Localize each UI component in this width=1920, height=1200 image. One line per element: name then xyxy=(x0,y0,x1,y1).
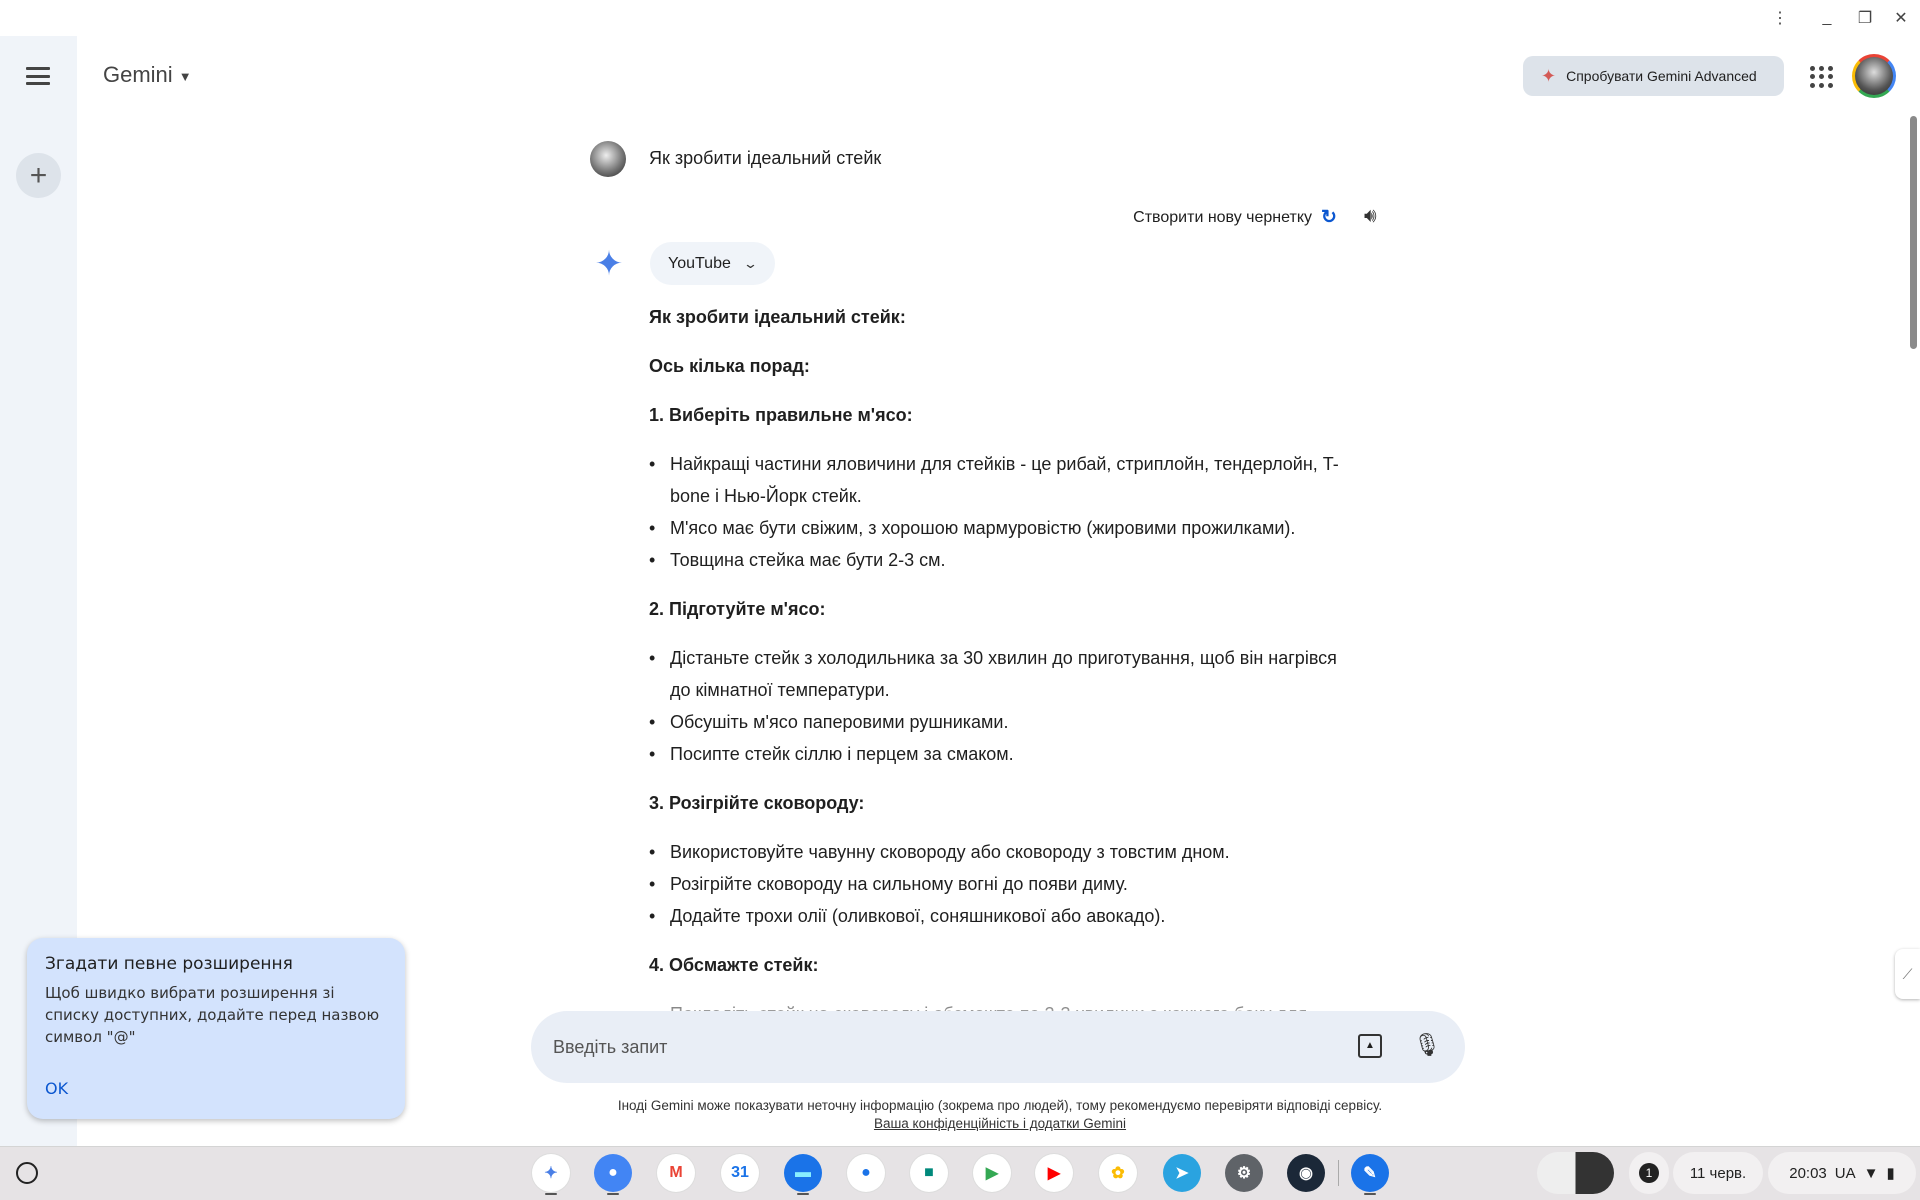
shelf-app-files-icon[interactable]: ▬ xyxy=(784,1154,822,1192)
date-label: 11 черв. xyxy=(1689,1164,1747,1182)
side-panel-handle[interactable]: ⟋ xyxy=(1895,949,1920,999)
chevron-down-icon: ⌄ xyxy=(742,255,758,271)
list-item: Посипте стейк сіллю і перцем за смаком. xyxy=(649,738,1349,770)
close-icon[interactable]: ✕ xyxy=(1889,6,1913,30)
more-vert-icon[interactable]: ⋮ xyxy=(1768,6,1792,30)
profile-avatar[interactable] xyxy=(1852,54,1896,98)
shelf-app-gemini-icon[interactable]: ✦ xyxy=(532,1154,570,1192)
notification-count: 1 xyxy=(1639,1163,1659,1183)
window-title-bar xyxy=(0,0,1920,36)
shelf-app-calendar-icon[interactable]: 31 xyxy=(721,1154,759,1192)
shelf-app-messages-icon[interactable]: ● xyxy=(847,1154,885,1192)
list-item: Обсушіть м'ясо паперовими рушниками. xyxy=(649,706,1349,738)
running-indicator xyxy=(545,1193,557,1195)
response-title: Як зробити ідеальний стейк: xyxy=(649,307,906,327)
bullet-list: Дістаньте стейк з холодильника за 30 хви… xyxy=(649,642,1349,770)
refresh-icon[interactable]: ↻ xyxy=(1321,206,1337,229)
scrollbar[interactable] xyxy=(1910,116,1917,349)
response-content: Як зробити ідеальний стейк: Ось кілька п… xyxy=(649,301,1349,1021)
new-draft-button[interactable]: Створити нову чернетку xyxy=(1100,209,1312,227)
keyboard-layout: UA xyxy=(1834,1164,1856,1182)
brand-label: Gemini xyxy=(103,62,173,87)
privacy-link[interactable]: Ваша конфіденційність і додатки Gemini xyxy=(874,1116,1126,1131)
bullet-list: Використовуйте чавунну сковороду або ско… xyxy=(649,836,1349,932)
list-item: Найкращі частини яловичини для стейків -… xyxy=(649,448,1349,512)
disclaimer: Іноді Gemini може показувати неточну інф… xyxy=(500,1097,1500,1133)
menu-icon[interactable] xyxy=(24,64,52,88)
time-label: 20:03 xyxy=(1789,1164,1827,1182)
restore-icon[interactable]: ❐ xyxy=(1853,6,1877,30)
microphone-icon[interactable]: 🎙︎ xyxy=(1413,1032,1441,1058)
running-indicator xyxy=(1364,1193,1376,1195)
shelf-app-meet-icon[interactable]: ■ xyxy=(910,1154,948,1192)
model-selector[interactable]: Gemini ▼ xyxy=(103,62,192,88)
speaker-icon[interactable]: 🔊︎ xyxy=(1364,205,1377,228)
source-chip-label: YouTube xyxy=(668,254,731,272)
section-heading: 2. Підготуйте м'ясо: xyxy=(649,599,826,619)
prompt-box xyxy=(531,1011,1465,1083)
try-advanced-button[interactable]: ✦ Спробувати Gemini Advanced xyxy=(1523,56,1784,96)
new-chat-button[interactable]: + xyxy=(16,153,61,198)
notification-pod[interactable]: 1 xyxy=(1629,1152,1669,1194)
shelf-app-settings-icon[interactable]: ⚙ xyxy=(1225,1154,1263,1192)
user-query: Як зробити ідеальний стейк xyxy=(649,148,882,168)
user-avatar xyxy=(590,141,626,177)
shelf-app-pinned-app-icon[interactable]: ✎ xyxy=(1351,1154,1389,1192)
wifi-icon: ▼ xyxy=(1863,1164,1879,1182)
sparkle-icon: ✦ xyxy=(1541,65,1557,86)
prompt-input[interactable] xyxy=(553,1036,1313,1058)
source-chip[interactable]: YouTube ⌄ xyxy=(650,242,775,285)
list-item: Товщина стейка має бути 2-3 см. xyxy=(649,544,1349,576)
response-intro: Ось кілька порад: xyxy=(649,356,810,376)
shelf-separator xyxy=(1338,1160,1339,1186)
section-heading: 4. Обсмажте стейк: xyxy=(649,955,819,975)
section-heading: 1. Виберіть правильне м'ясо: xyxy=(649,405,913,425)
shelf-app-chrome-icon[interactable]: ● xyxy=(594,1154,632,1192)
caret-down-icon: ▼ xyxy=(178,68,192,84)
battery-icon: ▮ xyxy=(1886,1165,1895,1182)
try-advanced-label: Спробувати Gemini Advanced xyxy=(1566,68,1757,84)
shelf-app-steam-icon[interactable]: ◉ xyxy=(1287,1154,1325,1192)
shelf-app-telegram-icon[interactable]: ➤ xyxy=(1163,1154,1201,1192)
disclaimer-text: Іноді Gemini може показувати неточну інф… xyxy=(617,1098,1383,1113)
running-indicator xyxy=(797,1193,809,1195)
shelf-app-youtube-icon[interactable]: ▶ xyxy=(1035,1154,1073,1192)
tooltip-body: Щоб швидко вибрати розширення зі списку … xyxy=(45,984,380,1046)
status-tray[interactable]: 20:03 UA ▼ ▮ xyxy=(1768,1152,1916,1194)
running-indicator xyxy=(607,1193,619,1195)
list-item: Дістаньте стейк з холодильника за 30 хви… xyxy=(649,642,1349,706)
date-pod[interactable]: 11 черв. xyxy=(1673,1152,1763,1194)
extension-tooltip: Згадати певне розширення Щоб швидко вибр… xyxy=(27,938,405,1119)
shelf-app-play-store-icon[interactable]: ▶ xyxy=(973,1154,1011,1192)
minimize-icon[interactable]: _ xyxy=(1815,6,1839,30)
bullet-list: Найкращі частини яловичини для стейків -… xyxy=(649,448,1349,576)
list-item: Додайте трохи олії (оливкової, соняшнико… xyxy=(649,900,1349,932)
tooltip-title: Згадати певне розширення xyxy=(45,954,293,974)
add-image-icon[interactable]: ▲ xyxy=(1358,1034,1382,1058)
tray-preview[interactable] xyxy=(1537,1152,1614,1194)
list-item: М'ясо має бути свіжим, з хорошою мармуро… xyxy=(649,512,1349,544)
list-item: Використовуйте чавунну сковороду або ско… xyxy=(649,836,1349,868)
list-item: Розігрійте сковороду на сильному вогні д… xyxy=(649,868,1349,900)
shelf-app-photos-icon[interactable]: ✿ xyxy=(1099,1154,1137,1192)
launcher-icon[interactable] xyxy=(16,1162,38,1184)
tooltip-ok-button[interactable]: OK xyxy=(45,1079,68,1098)
gemini-sparkle-icon: ✦ xyxy=(594,245,624,283)
shelf-app-gmail-icon[interactable]: M xyxy=(657,1154,695,1192)
apps-grid-icon[interactable] xyxy=(1808,64,1834,90)
section-heading: 3. Розігрійте сковороду: xyxy=(649,793,865,813)
